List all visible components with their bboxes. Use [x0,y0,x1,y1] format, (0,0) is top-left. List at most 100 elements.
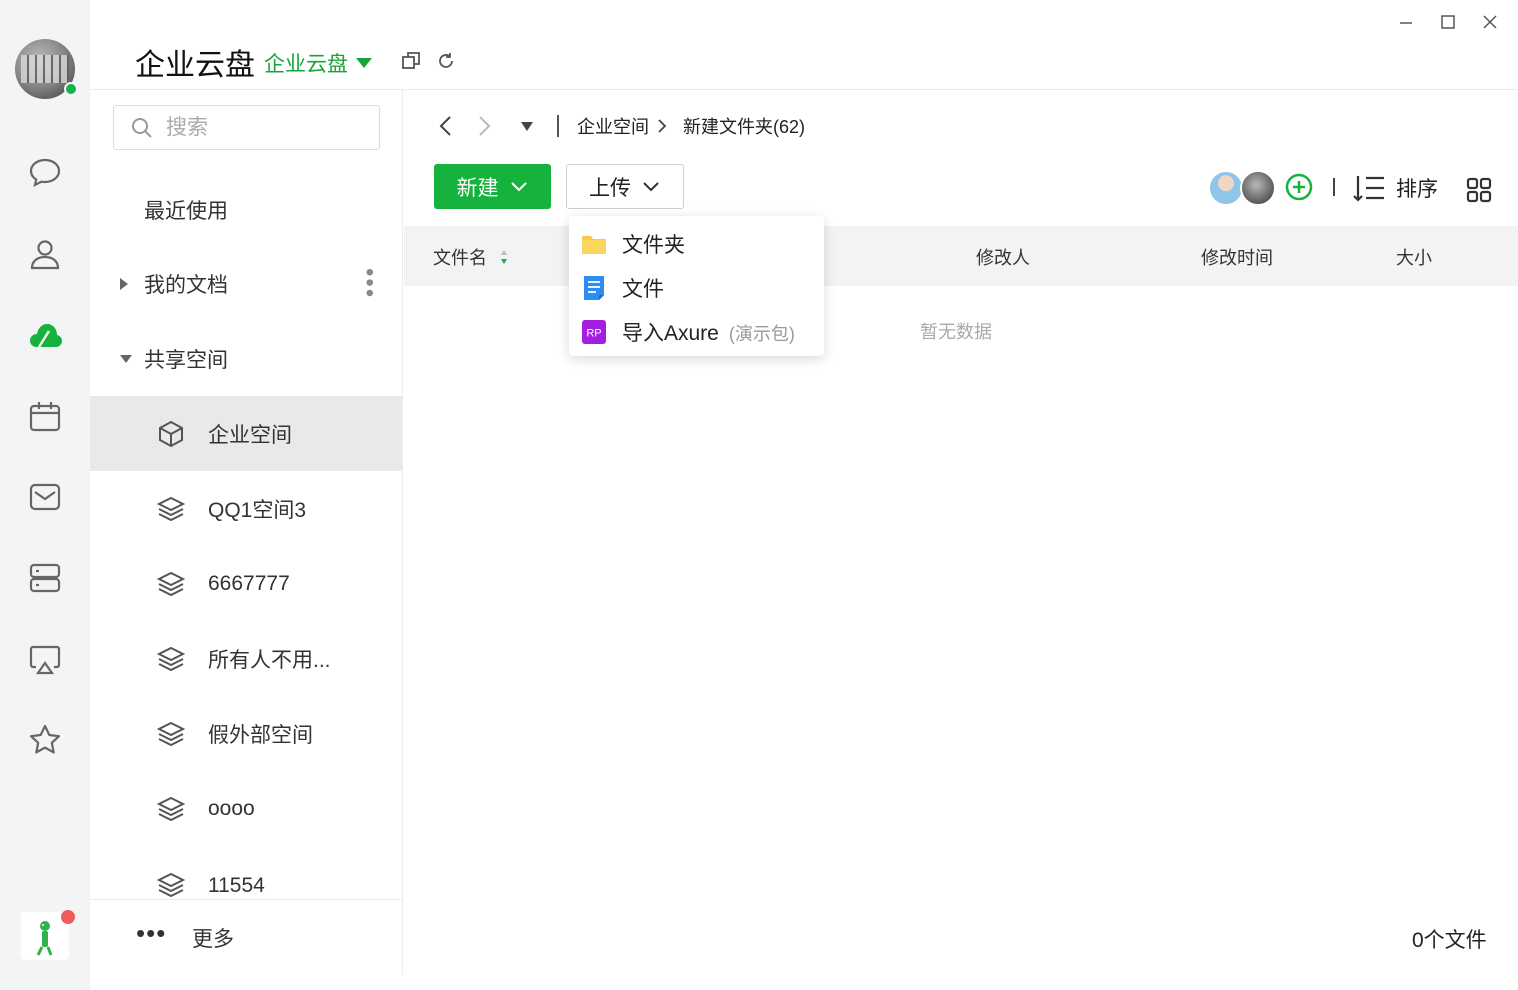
space-item-label: 所有人不用... [208,648,331,672]
col-size[interactable]: 大小 [1396,244,1432,270]
layers-icon [156,872,186,898]
more-options-icon[interactable]: ••• [356,268,383,299]
nav-shared-label: 共享空间 [144,349,228,372]
menu-item-file[interactable]: 文件 [569,266,824,310]
nav-recent-label: 最近使用 [144,200,228,223]
close-icon[interactable] [1478,10,1502,34]
member-avatar[interactable] [1240,170,1276,206]
chat-icon[interactable] [25,152,65,192]
sort-arrows-icon [501,250,507,264]
online-status-dot [64,82,78,96]
breadcrumb-root[interactable]: 企业空间 [577,113,649,139]
space-item[interactable]: oooo [90,771,402,846]
layers-icon [156,721,186,746]
col-modified-time[interactable]: 修改时间 [1201,244,1273,270]
breadcrumb-current: 新建文件夹(62) [683,117,806,137]
empty-state-text: 暂无数据 [920,322,992,342]
file-count: 0个文件 [1412,929,1487,952]
sidebar: 最近使用 我的文档 ••• 共享空间 企业空间 QQ1空间3 6667777 所… [90,90,403,975]
cube-icon [159,420,183,447]
new-button-label: 新建 [456,176,499,200]
space-item[interactable]: 假外部空间 [90,696,402,771]
menu-item-import-axure[interactable]: RP 导入Axure (演示包) [569,310,824,354]
menu-item-note: (演示包) [728,324,795,344]
chevron-right-icon [658,119,667,133]
mini-app-icon[interactable] [21,910,75,960]
layers-icon [156,796,186,821]
refresh-icon[interactable] [435,50,457,72]
breadcrumb-separator [556,110,560,142]
more-button[interactable]: ••• 更多 [90,899,402,975]
new-button[interactable]: 新建 [434,164,551,209]
space-item-label: 11554 [208,874,265,897]
app-title: 企业云盘 [135,49,255,82]
nav-recent[interactable]: 最近使用 [90,173,402,247]
more-label: 更多 [192,927,234,951]
grid-view-icon[interactable] [1466,177,1492,203]
space-item-label: oooo [208,796,255,820]
calendar-icon[interactable] [25,396,65,436]
nav-shared[interactable]: 共享空间 [90,322,402,396]
upload-button-label: 上传 [589,176,631,200]
sort-icon [1353,176,1384,202]
search-icon [132,117,152,138]
search-box[interactable] [113,105,380,150]
space-switcher-label: 企业云盘 [264,53,348,76]
workbench-icon[interactable] [25,558,65,598]
contacts-icon[interactable] [25,234,65,274]
layers-icon [156,571,186,596]
space-switcher[interactable]: 企业云盘 [264,48,372,78]
space-item-label: QQ1空间3 [208,498,307,522]
triangle-down-icon [356,58,372,68]
chevron-down-icon [510,181,527,191]
chevron-down-icon [643,181,659,191]
search-input[interactable] [166,115,366,140]
expand-caret-icon[interactable] [120,278,128,290]
breadcrumb: 企业空间 新建文件夹(62) [577,110,805,142]
add-member-icon[interactable] [1284,172,1314,202]
space-item-label: 企业空间 [208,423,292,447]
upload-menu: 文件夹 文件 RP 导入Axure (演示包) [569,216,824,356]
menu-item-folder[interactable]: 文件夹 [569,222,824,266]
maximize-icon[interactable] [1436,10,1460,34]
favorites-star-icon[interactable] [25,720,65,760]
open-new-window-icon[interactable] [400,50,422,72]
sort-button[interactable]: 排序 [1352,172,1438,204]
menu-item-label: 导入Axure [622,322,719,345]
cloud-drive-icon[interactable] [25,315,65,355]
menu-item-import-axure-label: 导入Axure (演示包) [622,317,795,347]
space-item[interactable]: 所有人不用... [90,621,402,696]
collapse-caret-icon[interactable] [120,355,132,363]
col-filename-label: 文件名 [433,248,487,268]
svg-text:RP: RP [586,328,601,340]
notification-dot [61,910,75,924]
minimize-icon[interactable] [1394,10,1418,34]
forward-arrow-icon[interactable] [474,110,494,142]
layers-icon [156,496,186,521]
toolbar-divider [1333,178,1335,196]
file-icon [584,276,604,300]
col-modifier[interactable]: 修改人 [976,244,1030,270]
folder-icon [582,236,606,254]
member-avatar[interactable] [1208,170,1244,206]
col-filename[interactable]: 文件名 [433,244,509,270]
mail-icon[interactable] [25,477,65,517]
back-arrow-icon[interactable] [436,110,456,142]
space-item-label: 假外部空间 [208,723,313,747]
sort-label: 排序 [1396,178,1438,201]
nav-my-docs[interactable]: 我的文档 ••• [90,247,402,321]
space-item[interactable]: 11554 [90,846,402,899]
menu-item-label: 文件夹 [622,234,685,257]
screen-share-icon[interactable] [25,639,65,679]
upload-button[interactable]: 上传 [566,164,684,209]
space-item[interactable]: 企业空间 [90,396,402,471]
axure-rp-icon: RP [582,320,606,344]
layers-icon [156,646,186,671]
history-dropdown-icon[interactable] [519,110,535,142]
space-item[interactable]: 6667777 [90,546,402,621]
space-item-label: 6667777 [208,571,290,595]
space-item[interactable]: QQ1空间3 [90,471,402,546]
menu-item-label: 文件 [622,278,664,301]
nav-my-docs-label: 我的文档 [144,274,228,297]
ellipsis-icon: ••• [136,918,167,948]
